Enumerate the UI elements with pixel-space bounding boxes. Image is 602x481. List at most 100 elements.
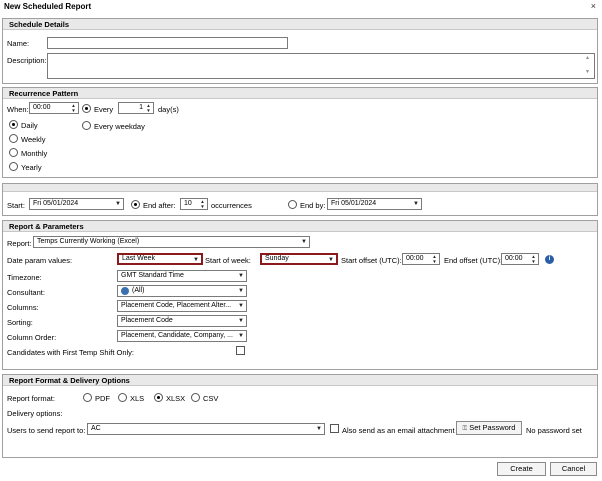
consultant-select[interactable]: (All) ▼ <box>117 285 247 297</box>
column-order-label: Column Order: <box>7 333 57 342</box>
person-icon <box>121 287 129 295</box>
chevron-down-icon: ▼ <box>316 426 322 432</box>
spin-arrows-icon[interactable]: ▲ ▼ <box>431 254 438 264</box>
scroll-up-icon[interactable]: ▲ <box>585 55 590 61</box>
sorting-select[interactable]: Placement Code ▼ <box>117 315 247 327</box>
spin-arrows-icon[interactable]: ▲ ▼ <box>145 103 152 113</box>
when-time-input[interactable]: 00:00 ▲ ▼ <box>29 102 79 114</box>
monthly-radio[interactable] <box>9 148 18 157</box>
email-attachment-label: Also send as an email attachment <box>342 426 455 435</box>
occurrences-label: occurrences <box>211 201 252 210</box>
end-by-label: End by: <box>300 201 326 210</box>
weekly-label: Weekly <box>21 135 46 144</box>
spin-arrows-icon[interactable]: ▲ ▼ <box>530 254 537 264</box>
report-select[interactable]: Temps Currently Working (Excel) ▼ <box>33 236 310 248</box>
name-label: Name: <box>7 39 30 48</box>
date-param-select[interactable]: Last Week ▼ <box>117 253 203 265</box>
cancel-button[interactable]: Cancel <box>550 462 597 476</box>
consultant-label: Consultant: <box>7 288 45 297</box>
column-order-select[interactable]: Placement, Candidate, Company, ... ▼ <box>117 330 247 342</box>
timezone-label: Timezone: <box>7 273 42 282</box>
chevron-down-icon: ▼ <box>301 239 307 245</box>
format-csv-label: CSV <box>203 394 219 403</box>
description-label: Description: <box>7 56 47 65</box>
spin-arrows-icon[interactable]: ▲ ▼ <box>70 103 77 113</box>
section-header: Schedule Details <box>3 19 597 30</box>
when-label: When: <box>7 105 29 114</box>
end-offset-label: End offset (UTC): <box>444 256 503 265</box>
create-button[interactable]: Create <box>497 462 546 476</box>
chevron-down-icon: ▼ <box>328 257 334 263</box>
title-bar: New Scheduled Report × <box>0 0 602 14</box>
info-icon[interactable]: i <box>545 255 554 264</box>
every-days-input[interactable]: 1 ▲ ▼ <box>118 102 154 114</box>
chevron-down-icon: ▼ <box>238 288 244 294</box>
chevron-down-icon: ▼ <box>238 318 244 324</box>
weekly-radio[interactable] <box>9 134 18 143</box>
start-date-select[interactable]: Fri 05/01/2024 ▼ <box>29 198 124 210</box>
monthly-label: Monthly <box>21 149 48 158</box>
format-pdf-radio[interactable] <box>83 393 92 402</box>
chevron-down-icon: ▼ <box>238 333 244 339</box>
name-input[interactable] <box>47 37 288 49</box>
schedule-details-section: Schedule Details Name: Description: ▲ ▼ <box>2 18 598 84</box>
report-format-label: Report format: <box>7 394 55 403</box>
section-header: Recurrence Pattern <box>3 88 597 99</box>
chevron-down-icon: ▼ <box>238 303 244 309</box>
section-header: Report & Parameters <box>3 221 597 232</box>
chevron-down-icon: ▼ <box>238 273 244 279</box>
range-section: Start: Fri 05/01/2024 ▼ End after: 10 ▲ ▼ … <box>2 183 598 216</box>
chevron-down-icon: ▼ <box>413 201 419 207</box>
yearly-label: Yearly <box>21 163 42 172</box>
report-parameters-section: Report & Parameters Report: Temps Curren… <box>2 220 598 370</box>
users-select[interactable]: AC ▼ <box>87 423 325 435</box>
email-attachment-checkbox[interactable] <box>330 424 339 433</box>
format-xlsx-radio[interactable] <box>154 393 163 402</box>
every-label: Every <box>94 105 114 114</box>
date-param-label: Date param values: <box>7 256 73 265</box>
chevron-down-icon: ▼ <box>193 257 199 263</box>
start-offset-input[interactable]: 00:00 ▲ ▼ <box>402 253 440 265</box>
sorting-label: Sorting: <box>7 318 33 327</box>
set-password-button[interactable]: ⚿ Set Password <box>456 421 522 435</box>
section-header: Report Format & Delivery Options <box>3 375 597 386</box>
section-header-blank <box>3 184 597 192</box>
yearly-radio[interactable] <box>9 162 18 171</box>
start-label: Start: <box>7 201 25 210</box>
format-xls-label: XLS <box>130 394 145 403</box>
delivery-options-section: Report Format & Delivery Options Report … <box>2 374 598 458</box>
columns-select[interactable]: Placement Code, Placement Alter... ▼ <box>117 300 247 312</box>
end-by-date-select[interactable]: Fri 05/01/2024 ▼ <box>327 198 422 210</box>
format-xlsx-label: XLSX <box>166 394 186 403</box>
password-status: No password set <box>526 426 582 435</box>
format-xls-radio[interactable] <box>118 393 127 402</box>
spin-arrows-icon[interactable]: ▲ ▼ <box>199 199 206 209</box>
key-icon: ⚿ <box>462 426 468 432</box>
every-weekday-radio[interactable] <box>82 121 91 130</box>
format-csv-radio[interactable] <box>191 393 200 402</box>
format-pdf-label: PDF <box>95 394 110 403</box>
recurrence-pattern-section: Recurrence Pattern When: 00:00 ▲ ▼ Every … <box>2 87 598 178</box>
start-of-week-select[interactable]: Sunday ▼ <box>260 253 338 265</box>
window-title: New Scheduled Report <box>4 2 92 11</box>
days-label: day(s) <box>158 105 179 114</box>
daily-radio[interactable] <box>9 120 18 129</box>
every-days-radio[interactable] <box>82 104 91 113</box>
report-label: Report: <box>7 239 32 248</box>
end-offset-input[interactable]: 00:00 ▲ ▼ <box>501 253 539 265</box>
start-of-week-label: Start of week: <box>205 256 251 265</box>
timezone-select[interactable]: GMT Standard Time ▼ <box>117 270 247 282</box>
scroll-down-icon[interactable]: ▼ <box>585 69 590 75</box>
end-after-radio[interactable] <box>131 200 140 209</box>
end-after-input[interactable]: 10 ▲ ▼ <box>180 198 208 210</box>
users-label: Users to send report to: <box>7 426 86 435</box>
end-by-radio[interactable] <box>288 200 297 209</box>
start-offset-label: Start offset (UTC): <box>341 256 402 265</box>
description-input[interactable] <box>47 53 595 79</box>
first-shift-checkbox[interactable] <box>236 346 245 355</box>
close-icon[interactable]: × <box>591 1 596 11</box>
end-after-label: End after: <box>143 201 176 210</box>
delivery-options-label: Delivery options: <box>7 409 63 418</box>
every-weekday-label: Every weekday <box>94 122 145 131</box>
columns-label: Columns: <box>7 303 39 312</box>
